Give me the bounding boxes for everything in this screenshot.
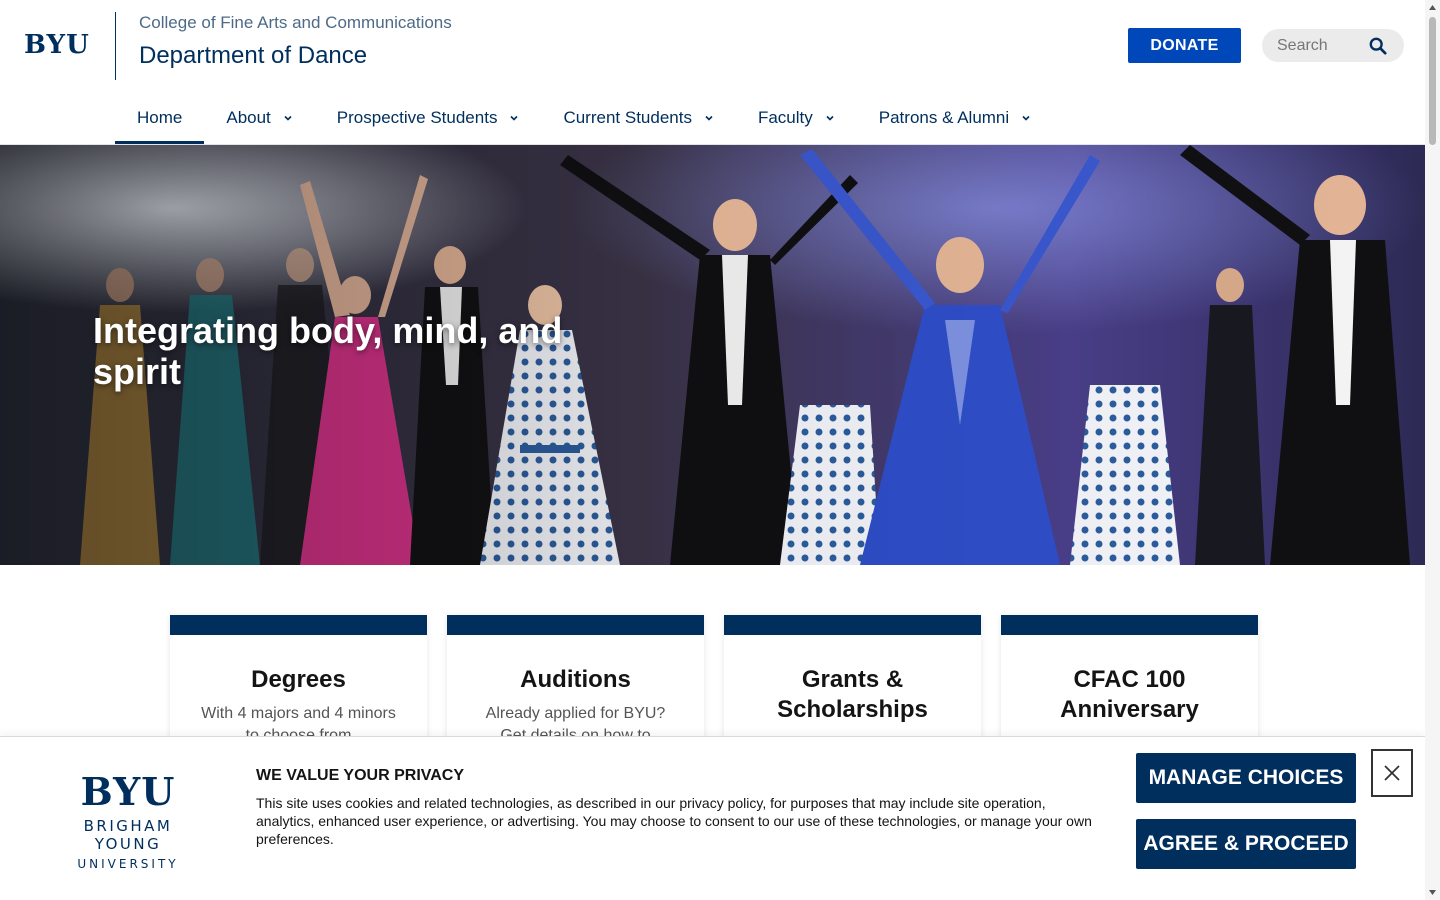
privacy-text: This site uses cookies and related techn… xyxy=(256,795,1092,847)
college-link[interactable]: College of Fine Arts and Communications xyxy=(139,13,452,33)
search-box xyxy=(1262,29,1404,62)
nav-item-home[interactable]: Home xyxy=(115,92,205,144)
close-icon xyxy=(1384,765,1400,781)
department-title[interactable]: Department of Dance xyxy=(139,42,367,70)
site-header: BYU College of Fine Arts and Communicati… xyxy=(0,0,1425,145)
hero-title: Integrating body, mind, and spirit xyxy=(93,310,563,392)
vertical-scrollbar[interactable] xyxy=(1425,0,1440,900)
nav-label: About xyxy=(226,108,271,127)
card-accent-bar xyxy=(447,615,704,635)
cookie-consent-banner: BYU BRIGHAM YOUNG UNIVERSITY WE VALUE YO… xyxy=(0,736,1425,900)
nav-item-faculty[interactable]: Faculty xyxy=(736,92,857,144)
chevron-down-icon[interactable] xyxy=(283,113,293,123)
card-accent-bar xyxy=(1001,615,1258,635)
close-banner-button[interactable] xyxy=(1371,749,1413,797)
search-icon[interactable] xyxy=(1369,37,1387,55)
scrollbar-thumb[interactable] xyxy=(1429,17,1436,145)
nav-item-patrons-alumni[interactable]: Patrons & Alumni xyxy=(857,92,1053,144)
hero-banner: Integrating body, mind, and spirit xyxy=(0,145,1425,565)
nav-label: Current Students xyxy=(563,108,692,127)
card-title: Degrees xyxy=(251,666,346,693)
privacy-heading: WE VALUE YOUR PRIVACY xyxy=(256,767,465,784)
header-divider xyxy=(115,12,116,80)
chevron-down-icon[interactable] xyxy=(704,113,714,123)
main-nav: Home About Prospective Students Current … xyxy=(115,92,1053,144)
chevron-down-icon[interactable] xyxy=(509,113,519,123)
agree-proceed-button[interactable]: AGREE & PROCEED xyxy=(1136,819,1356,869)
byu-logo[interactable]: BYU xyxy=(24,30,90,60)
scroll-down-arrow-icon[interactable] xyxy=(1428,888,1437,897)
chevron-down-icon[interactable] xyxy=(1021,113,1031,123)
nav-label: Home xyxy=(137,108,183,127)
logo-line-2: UNIVERSITY xyxy=(77,857,179,871)
chevron-down-icon[interactable] xyxy=(825,113,835,123)
nav-label: Prospective Students xyxy=(336,108,498,127)
card-title: Grants & Scholarships xyxy=(777,666,928,723)
search-input[interactable] xyxy=(1277,36,1367,55)
card-title: Auditions xyxy=(520,666,631,693)
manage-choices-button[interactable]: MANAGE CHOICES xyxy=(1136,753,1356,803)
nav-item-current-students[interactable]: Current Students xyxy=(541,92,736,144)
nav-label: Faculty xyxy=(757,108,813,127)
nav-label: Patrons & Alumni xyxy=(878,108,1010,127)
donate-button[interactable]: DONATE xyxy=(1128,28,1241,63)
logo-mark: BYU xyxy=(80,769,176,814)
card-title: CFAC 100 Anniversary xyxy=(1060,666,1199,723)
nav-item-about[interactable]: About xyxy=(204,92,314,144)
logo-line-1: BRIGHAM YOUNG xyxy=(83,817,173,853)
nav-item-prospective-students[interactable]: Prospective Students xyxy=(315,92,542,144)
card-accent-bar xyxy=(170,615,427,635)
card-accent-bar xyxy=(724,615,981,635)
byu-university-logo: BYU BRIGHAM YOUNG UNIVERSITY xyxy=(48,769,208,872)
scroll-up-arrow-icon[interactable] xyxy=(1428,3,1437,12)
